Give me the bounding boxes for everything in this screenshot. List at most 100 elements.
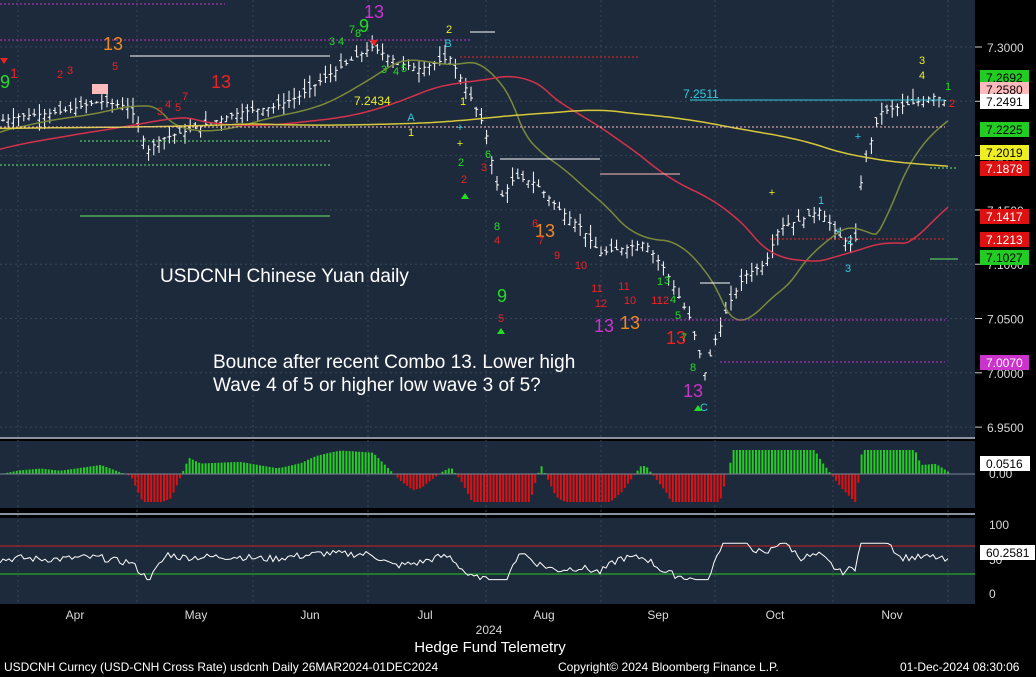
macd-histogram-bar xyxy=(236,462,239,474)
sequential-count-label: 2 xyxy=(458,157,464,169)
macd-histogram-bar xyxy=(838,474,841,486)
sequential-count-label: 13 xyxy=(594,316,614,336)
footer-copyright: Copyright© 2024 Bloomberg Finance L.P. xyxy=(558,660,779,674)
macd-histogram-bar xyxy=(271,467,274,474)
macd-histogram-bar xyxy=(83,467,85,474)
macd-histogram-bar xyxy=(787,450,789,474)
macd-histogram-bar xyxy=(335,451,338,474)
macd-histogram-bar xyxy=(329,452,332,474)
x-tick-label: Apr xyxy=(66,608,85,622)
macd-histogram-bar xyxy=(73,468,76,474)
macd-histogram-bar xyxy=(425,474,428,484)
macd-histogram-bar xyxy=(396,474,399,478)
macd-histogram-bar xyxy=(163,474,165,502)
macd-histogram-bar xyxy=(585,474,588,502)
macd-histogram-bar xyxy=(905,450,908,474)
macd-histogram-bar xyxy=(323,454,325,474)
macd-histogram-bar xyxy=(185,463,188,474)
macd-histogram-bar xyxy=(131,474,133,479)
macd-histogram-bar xyxy=(284,466,287,474)
macd-histogram-bar xyxy=(179,474,181,479)
macd-histogram-bar xyxy=(307,459,309,474)
chart-container: 7.30007.25007.20007.15007.10007.05007.00… xyxy=(0,0,1036,677)
macd-histogram-bar xyxy=(227,462,229,474)
sequential-count-label: 4 xyxy=(338,36,344,48)
sequential-count-label: 6 xyxy=(532,218,538,230)
macd-histogram-bar xyxy=(643,465,645,474)
sequential-count-label: 2 xyxy=(461,174,467,186)
sequential-count-label: + xyxy=(457,122,463,134)
macd-histogram-bar xyxy=(687,474,690,502)
macd-histogram-bar xyxy=(921,464,924,474)
macd-histogram-bar xyxy=(92,466,95,474)
macd-histogram-bar xyxy=(527,474,530,502)
macd-histogram-bar xyxy=(783,450,786,474)
macd-histogram-bar xyxy=(604,474,607,502)
macd-histogram-bar xyxy=(159,474,162,502)
sequential-count-label: 5 xyxy=(498,313,504,325)
macd-histogram-bar xyxy=(563,474,565,502)
inline-price-label: 7.2511 xyxy=(683,87,719,101)
macd-histogram-bar xyxy=(243,462,245,474)
macd-histogram-bar xyxy=(467,474,469,494)
macd-histogram-bar xyxy=(595,474,597,502)
macd-histogram-bar xyxy=(751,450,754,474)
macd-histogram-bar xyxy=(483,474,485,502)
macd-histogram-bar xyxy=(908,450,911,474)
macd-histogram-bar xyxy=(233,462,236,474)
macd-histogram-bar xyxy=(739,450,741,474)
macd-histogram-bar xyxy=(902,450,905,474)
price-label-text: 7.1878 xyxy=(986,162,1023,176)
sequential-count-label: 1 xyxy=(408,127,414,139)
macd-histogram-bar xyxy=(278,467,281,474)
macd-histogram-bar xyxy=(102,465,105,474)
macd-histogram-bar xyxy=(675,474,677,502)
macd-histogram-bar xyxy=(671,474,674,502)
macd-histogram-bar xyxy=(60,470,63,474)
sequential-count-label: 7 xyxy=(681,332,687,344)
sequential-count-label: 8 xyxy=(690,362,696,374)
sequential-count-label: 7 xyxy=(538,235,544,247)
macd-histogram-bar xyxy=(95,465,98,474)
macd-histogram-bar xyxy=(745,450,748,474)
macd-histogram-bar xyxy=(172,474,175,493)
macd-histogram-bar xyxy=(444,470,447,474)
macd-histogram-bar xyxy=(915,452,917,474)
sequential-count-label: 13 xyxy=(211,72,231,92)
macd-histogram-bar xyxy=(105,467,108,474)
macd-histogram-bar xyxy=(358,451,361,474)
sequential-count-label: 13 xyxy=(683,381,703,401)
year-label: 2024 xyxy=(476,623,503,637)
macd-histogram-bar xyxy=(374,454,377,474)
macd-histogram-bar xyxy=(668,474,671,499)
sequential-count-label: 1 xyxy=(10,65,18,81)
macd-histogram-bar xyxy=(707,474,709,502)
sequential-count-label: 5 xyxy=(675,310,681,322)
macd-histogram-bar xyxy=(847,474,850,496)
macd-histogram-bar xyxy=(275,468,277,474)
macd-histogram-bar xyxy=(371,452,373,474)
macd-histogram-bar xyxy=(175,474,178,486)
macd-histogram-bar xyxy=(403,474,405,484)
sequential-count-label: + xyxy=(769,187,775,199)
sequential-count-label: 4 xyxy=(165,99,171,111)
macd-histogram-bar xyxy=(697,474,700,502)
macd-histogram-bar xyxy=(505,474,508,502)
macd-histogram-bar xyxy=(38,468,41,474)
price-label-text: 7.2225 xyxy=(986,123,1023,137)
sequential-count-label: 1 xyxy=(657,276,663,288)
sequential-count-label: 11 xyxy=(591,283,602,295)
sequential-count-label: 1 xyxy=(818,195,824,207)
macd-histogram-bar xyxy=(486,474,489,502)
macd-histogram-bar xyxy=(777,450,780,474)
macd-histogram-bar xyxy=(691,474,693,502)
x-tick-label: Nov xyxy=(881,608,902,622)
macd-histogram-bar xyxy=(303,461,306,474)
macd-histogram-bar xyxy=(297,463,300,474)
sequential-count-label: 3 xyxy=(381,64,387,76)
sequential-count-label: 13 xyxy=(103,34,123,54)
macd-histogram-bar xyxy=(428,474,431,482)
macd-histogram-bar xyxy=(67,469,69,474)
macd-histogram-bar xyxy=(364,452,367,474)
sequential-count-label: 2 xyxy=(949,98,955,110)
